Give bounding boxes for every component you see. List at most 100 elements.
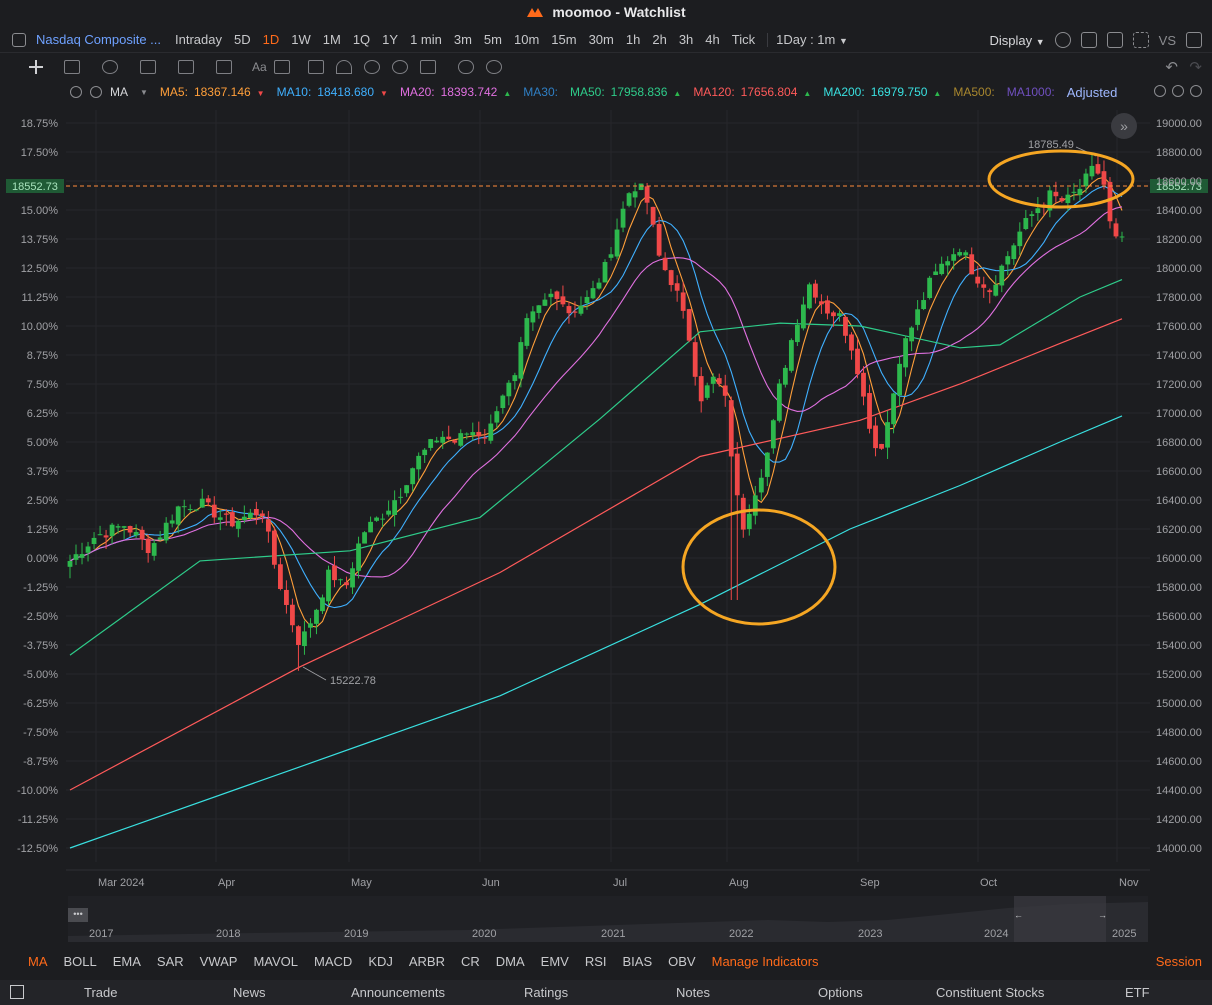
- period-1min[interactable]: 1 min: [410, 32, 442, 47]
- close-icon[interactable]: [90, 86, 102, 98]
- ma-dropdown-icon[interactable]: ▼: [140, 88, 148, 97]
- navigator-right-handle[interactable]: →: [1098, 910, 1107, 920]
- navigator-grip-icon[interactable]: •••: [68, 908, 88, 922]
- period-1h[interactable]: 1h: [626, 32, 640, 47]
- vs-button[interactable]: VS: [1159, 33, 1176, 48]
- period-4h[interactable]: 4h: [705, 32, 719, 47]
- redo-icon[interactable]: ↷: [1189, 58, 1202, 76]
- indicator-sar[interactable]: SAR: [157, 954, 184, 969]
- undo-icon[interactable]: ↶: [1165, 58, 1178, 76]
- period-intraday[interactable]: Intraday: [175, 32, 222, 47]
- sidebar-toggle-icon[interactable]: [12, 33, 26, 47]
- display-button[interactable]: Display ▼: [989, 33, 1044, 48]
- period-tick[interactable]: Tick: [732, 32, 755, 47]
- indicator-dma[interactable]: DMA: [496, 954, 525, 969]
- indicator-arbr[interactable]: ARBR: [409, 954, 445, 969]
- period-10m[interactable]: 10m: [514, 32, 539, 47]
- period-15m[interactable]: 15m: [551, 32, 576, 47]
- candle-body: [855, 348, 860, 375]
- session-button[interactable]: Session: [1156, 954, 1202, 969]
- tab-ratings[interactable]: Ratings: [524, 985, 568, 1000]
- candle-body: [981, 284, 987, 288]
- gear-icon[interactable]: [1054, 32, 1071, 48]
- period-5m[interactable]: 5m: [484, 32, 502, 47]
- period-1y[interactable]: 1Y: [382, 32, 398, 47]
- fibonacci-icon[interactable]: [140, 60, 156, 74]
- tab-news[interactable]: News: [233, 985, 266, 1000]
- ma10-value: 18418.680: [317, 85, 375, 99]
- navigator-left-handle[interactable]: ←: [1014, 910, 1023, 920]
- settings-icon[interactable]: [486, 60, 502, 74]
- candle-body: [344, 582, 349, 586]
- manage-indicators-link[interactable]: Manage Indicators: [712, 954, 819, 969]
- candle-body: [235, 520, 241, 529]
- eraser-icon[interactable]: [308, 60, 324, 74]
- gear-icon[interactable]: [70, 86, 82, 98]
- period-2h[interactable]: 2h: [652, 32, 666, 47]
- period-1w[interactable]: 1W: [291, 32, 311, 47]
- candle-body: [602, 261, 608, 283]
- tab-options[interactable]: Options: [818, 985, 863, 1000]
- indicator-cr[interactable]: CR: [461, 954, 480, 969]
- channel-icon[interactable]: [102, 60, 118, 74]
- candle-body: [512, 375, 518, 382]
- indicator-ma[interactable]: MA: [28, 954, 48, 969]
- adjusted-label[interactable]: Adjusted: [1067, 85, 1118, 100]
- tab-announcements[interactable]: Announcements: [351, 985, 445, 1000]
- panel-toggle-icon[interactable]: [1186, 32, 1202, 48]
- indicator-ema[interactable]: EMA: [113, 954, 141, 969]
- comment-icon[interactable]: [274, 60, 290, 74]
- fullscreen-icon[interactable]: [1132, 32, 1149, 48]
- month-tick-label: Nov: [1119, 877, 1139, 889]
- period-1d[interactable]: 1D: [263, 32, 280, 47]
- navigator-selected-range[interactable]: [1014, 896, 1106, 942]
- trendline-icon[interactable]: [64, 60, 80, 74]
- indicator-boll[interactable]: BOLL: [64, 954, 97, 969]
- text-icon[interactable]: Aa: [252, 60, 268, 74]
- reset-icon[interactable]: [1154, 85, 1166, 97]
- candle-body: [680, 292, 686, 311]
- indicator-bias[interactable]: BIAS: [623, 954, 653, 969]
- price-chart[interactable]: 18552.73 18552.73 18785.49 15222.78 » 19…: [0, 103, 1212, 895]
- candle-body: [993, 284, 999, 296]
- indicator-obv[interactable]: OBV: [668, 954, 695, 969]
- link-icon[interactable]: [458, 60, 474, 74]
- layout-icon[interactable]: [1080, 32, 1097, 48]
- range-navigator[interactable]: ••• ← → 2017 2018 2019 2020 2021 2022 20…: [68, 896, 1148, 942]
- tab-trade[interactable]: Trade: [84, 985, 117, 1000]
- period-30m[interactable]: 30m: [589, 32, 614, 47]
- lock-icon[interactable]: [364, 60, 380, 74]
- candle-body: [500, 395, 506, 409]
- measure-icon[interactable]: [178, 60, 194, 74]
- symbol-selector[interactable]: Nasdaq Composite ...: [36, 32, 161, 47]
- tab-notes[interactable]: Notes: [676, 985, 710, 1000]
- panel-icon[interactable]: [10, 985, 24, 999]
- period-1m[interactable]: 1M: [323, 32, 341, 47]
- indicator-kdj[interactable]: KDJ: [368, 954, 393, 969]
- tab-constituent-stocks[interactable]: Constituent Stocks: [936, 985, 1044, 1000]
- indicator-emv[interactable]: EMV: [541, 954, 569, 969]
- ma-legend-bar: MA ▼ MA5: 18367.146 ▼ MA10: 18418.680 ▼ MA20…: [0, 82, 1212, 102]
- period-5d[interactable]: 5D: [234, 32, 251, 47]
- indicator-mavol[interactable]: MAVOL: [253, 954, 298, 969]
- tab-etf[interactable]: ETF: [1125, 985, 1150, 1000]
- candle-body: [608, 254, 614, 258]
- magnet-icon[interactable]: [336, 60, 352, 74]
- period-3m[interactable]: 3m: [454, 32, 472, 47]
- indicator-vwap[interactable]: VWAP: [200, 954, 238, 969]
- expand-icon[interactable]: [1190, 85, 1202, 97]
- camera-icon[interactable]: [1106, 32, 1123, 48]
- candle-body: [79, 554, 85, 558]
- collapse-icon[interactable]: [1172, 85, 1184, 97]
- trash-icon[interactable]: [420, 60, 436, 74]
- indicator-rsi[interactable]: RSI: [585, 954, 607, 969]
- period-3h[interactable]: 3h: [679, 32, 693, 47]
- hide-icon[interactable]: [392, 60, 408, 74]
- indicator-macd[interactable]: MACD: [314, 954, 352, 969]
- candle-body: [560, 296, 566, 305]
- crosshair-icon[interactable]: [28, 60, 44, 74]
- arrow-icon[interactable]: [216, 60, 232, 74]
- period-1q[interactable]: 1Q: [353, 32, 370, 47]
- interval-selector[interactable]: 1Day : 1m ▼: [776, 32, 848, 47]
- candle-body: [121, 526, 127, 528]
